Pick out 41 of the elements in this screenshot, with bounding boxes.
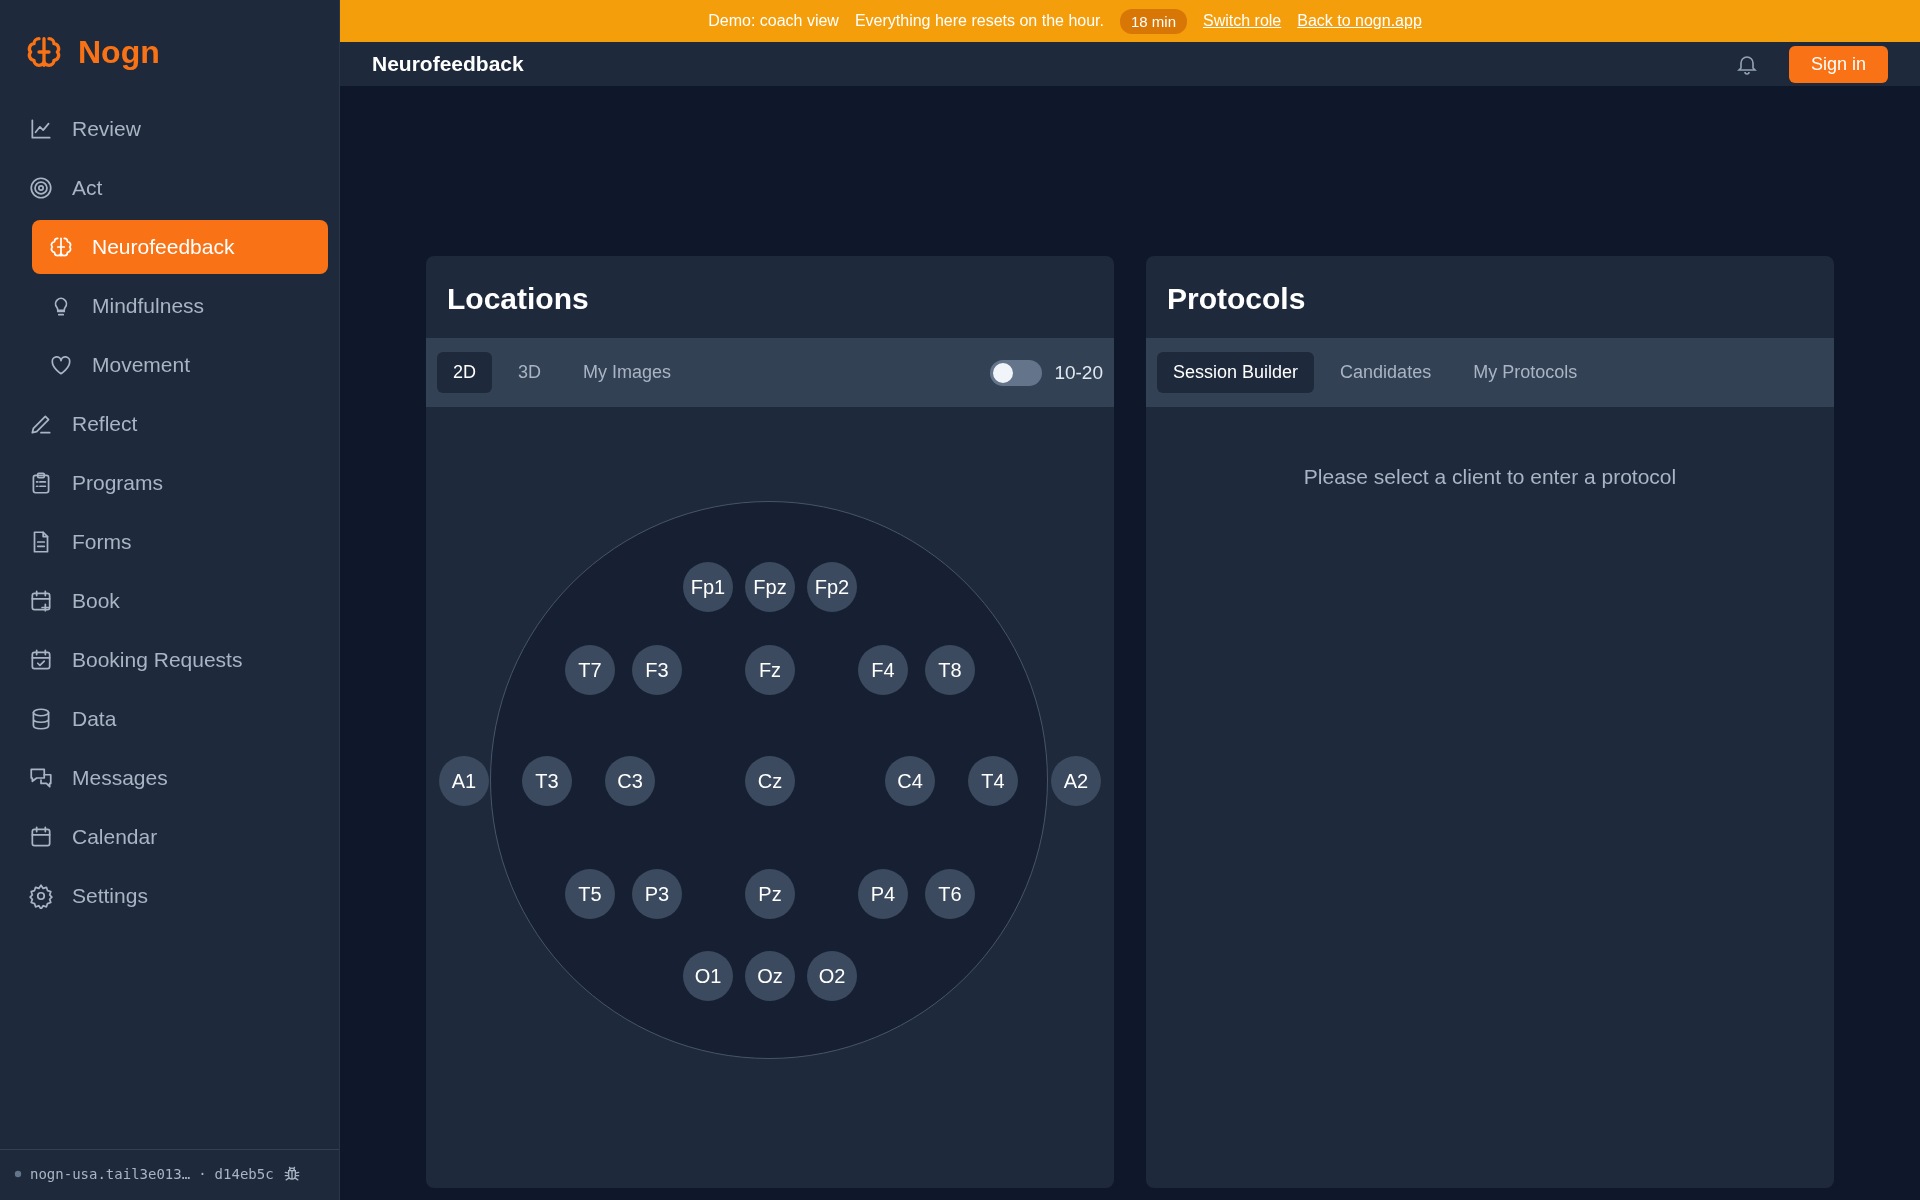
empty-message: Please select a client to enter a protocol — [1302, 465, 1678, 489]
sidebar-item[interactable]: Forms — [11, 515, 328, 569]
status-dot-icon — [14, 1170, 22, 1178]
calendar-plus-icon — [28, 588, 54, 614]
electrode-button[interactable]: A1 — [439, 756, 489, 806]
host-name: nogn-usa.tail3e013… — [30, 1166, 191, 1182]
tab[interactable]: 2D — [437, 352, 492, 393]
sidebar-item[interactable]: Booking Requests — [11, 633, 328, 687]
banner-mode: Demo: coach view — [708, 12, 839, 30]
sidebar-item[interactable]: Movement — [32, 338, 328, 392]
card-title: Protocols — [1166, 281, 1307, 317]
sidebar-item[interactable]: Book — [11, 574, 328, 628]
tab[interactable]: My Images — [567, 352, 688, 393]
sidebar-item[interactable]: Act — [11, 161, 328, 215]
calendar-check-icon — [28, 647, 54, 673]
sidebar-item[interactable]: Messages — [11, 751, 328, 805]
timer-badge: 18 min — [1119, 8, 1187, 34]
toggle-label: 10-20 — [1054, 361, 1103, 384]
sidebar-item[interactable]: Programs — [11, 456, 328, 510]
sidebar-item[interactable]: Data — [11, 692, 328, 746]
page-title: Neurofeedback — [372, 52, 524, 76]
tab[interactable]: 3D — [502, 352, 558, 393]
sidebar-item[interactable]: Mindfulness — [32, 279, 328, 333]
tab[interactable]: Candidates — [1324, 352, 1448, 393]
sidebar-item[interactable]: Calendar — [11, 810, 328, 864]
tab[interactable]: Session Builder — [1157, 352, 1315, 393]
target-icon — [28, 175, 54, 201]
sidebar-item[interactable]: Reflect — [11, 397, 328, 451]
sidebar-item[interactable]: Settings — [11, 869, 328, 923]
separator: · — [198, 1166, 207, 1182]
calendar-icon — [28, 824, 54, 850]
brain-icon — [48, 234, 74, 260]
toggle-switch[interactable] — [990, 359, 1043, 386]
settings-icon — [28, 883, 54, 909]
brand-name: Nogn — [78, 33, 160, 71]
electrode-button[interactable]: A2 — [1051, 756, 1101, 806]
card-title: Locations — [446, 281, 590, 317]
banner-message: Everything here resets on the hour. — [854, 12, 1104, 30]
tab[interactable]: My Protocols — [1457, 352, 1594, 393]
sidebar-item[interactable]: Review — [11, 102, 328, 156]
commit-hash: d14eb5c — [214, 1166, 274, 1182]
